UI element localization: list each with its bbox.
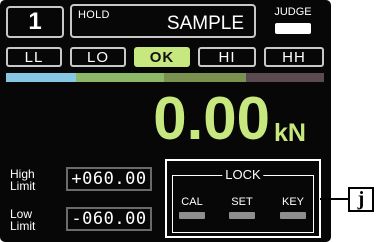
judge-hh: HH — [264, 47, 324, 67]
set-label: SET — [231, 196, 253, 208]
lock-title: LOCK — [222, 167, 264, 182]
hold-label: HOLD — [78, 9, 110, 21]
cal-lock-button[interactable] — [179, 212, 205, 219]
judge-ll: LL — [6, 47, 62, 67]
measured-value: 0.00 — [153, 85, 270, 152]
lock-panel: LOCK CAL SET KEY — [165, 159, 321, 238]
title-box: HOLD SAMPLE — [70, 4, 256, 38]
low-limit-label: Low Limit — [10, 207, 36, 233]
key-lock-button[interactable] — [280, 212, 306, 219]
strip-segment-1 — [6, 73, 76, 82]
indicator-screen: 1 HOLD SAMPLE JUDGE LL LO OK HI HH 0.00 … — [0, 0, 331, 242]
high-limit-label: High Limit — [10, 167, 36, 193]
low-limit-field[interactable]: -060.00 — [66, 207, 152, 231]
sample-label: SAMPLE — [166, 13, 244, 34]
judge-hi: HI — [198, 47, 256, 67]
value-unit: kN — [274, 119, 306, 147]
strip-segment-4 — [246, 73, 324, 82]
key-label: KEY — [281, 196, 304, 208]
judge-ok: OK — [134, 47, 190, 67]
strip-segment-2 — [76, 73, 164, 82]
judge-label: JUDGE — [274, 6, 312, 18]
high-limit-field[interactable]: +060.00 — [66, 167, 152, 191]
judge-button[interactable] — [275, 23, 311, 34]
callout-leader-line — [320, 198, 348, 200]
judge-lo: LO — [70, 47, 126, 67]
channel-number: 1 — [28, 8, 42, 35]
channel-indicator: 1 — [6, 6, 64, 38]
strip-segment-3 — [164, 73, 246, 82]
callout-label: j — [348, 187, 374, 212]
set-lock-button[interactable] — [229, 212, 255, 219]
judge-control: JUDGE — [262, 6, 324, 38]
cal-label: CAL — [181, 196, 203, 208]
